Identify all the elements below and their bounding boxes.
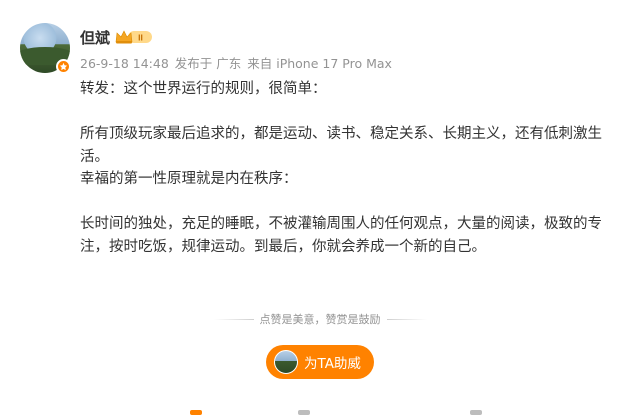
post-line: 幸福的第一性原理就是内在秩序： [80,171,298,187]
post-body: 转发：这个世界运行的规则，很简单： 所有顶级玩家最后追求的，都是运动、读书、稳定… [80,78,625,258]
action-bar-edge [0,408,640,415]
post-location: 发布于 广东 [174,56,242,71]
verified-badge-icon [56,59,71,74]
reward-button[interactable]: 为TA助威 [266,345,374,379]
vip-level-label: II [138,33,143,43]
reward-button-label: 为TA助威 [304,356,361,372]
author-name[interactable]: 但斌 [80,27,110,48]
vip-crown-icon: II [115,30,152,44]
reward-hint: 点赞是美意，赞赏是鼓励 [259,313,381,326]
post-meta: 26-9-18 14:48 发布于 广东 来自 iPhone 17 Pro Ma… [80,53,394,72]
reward-divider: 点赞是美意，赞赏是鼓励 [0,311,640,327]
post-line: 长时间的独处，充足的睡眠，不被灌输周围人的任何观点，大量的阅读，极致的专注，按时… [80,216,602,255]
reward-avatar [274,350,298,374]
post-source: 来自 iPhone 17 Pro Max [247,56,392,71]
post-line: 所有顶级玩家最后追求的，都是运动、读书、稳定关系、长期主义，还有低刺激生活。 [80,126,602,165]
post-line: 转发：这个世界运行的规则，很简单： [80,81,327,97]
post-timestamp[interactable]: 26-9-18 14:48 [80,56,169,71]
